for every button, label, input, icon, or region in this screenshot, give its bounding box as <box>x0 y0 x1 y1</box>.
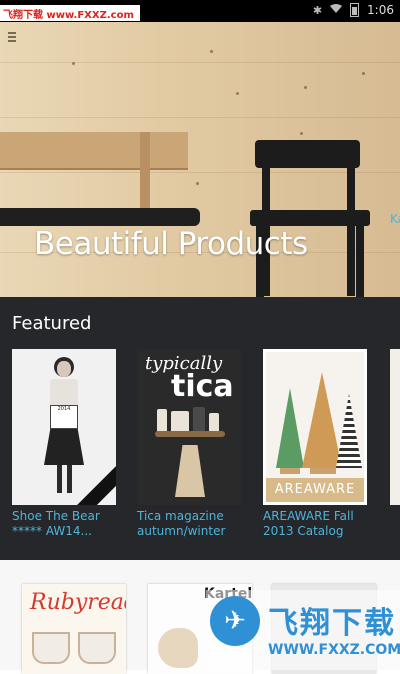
item-title[interactable]: AREAWARE Fall 2013 Catalog <box>263 509 367 539</box>
status-icons: ✱ 1:06 <box>313 3 394 17</box>
watermark-top: 飞翔下载 www.FXXZ.com <box>0 5 140 21</box>
featured-heading: Featured <box>12 313 92 334</box>
watermark-brand: 飞翔下载 <box>268 606 396 641</box>
magazine-cover[interactable]: AREAWARE <box>263 349 367 505</box>
publication-rubyread[interactable]: Rubyread <box>22 584 126 674</box>
featured-item-partial[interactable] <box>390 349 400 505</box>
watermark-url: WWW.FXXZ.COM <box>268 642 400 658</box>
featured-item-shoe-the-bear[interactable]: 2014 Shoe The Bear ***** AW14... <box>12 349 116 539</box>
cover-label: 2014 <box>50 405 78 429</box>
item-title-partial[interactable]: Ka <box>390 212 400 226</box>
cover-masthead: tica <box>171 369 234 404</box>
magazine-cover[interactable]: typically tica <box>137 349 241 505</box>
wifi-icon <box>330 3 343 17</box>
watermark-bottom: ✈ 飞翔下载 WWW.FXXZ.COM <box>206 590 400 670</box>
featured-section: Featured 2014 Shoe The Bear ***** AW14..… <box>0 297 400 560</box>
bluetooth-icon: ✱ <box>312 3 323 17</box>
magazine-cover[interactable]: 2014 <box>12 349 116 505</box>
hero-title: Beautiful Products <box>34 226 308 262</box>
watermark-logo-icon: ✈ <box>210 596 260 646</box>
status-bar: 飞翔下载 www.FXXZ.com ✱ 1:06 <box>0 0 400 22</box>
bench-image <box>0 132 188 170</box>
status-time: 1:06 <box>367 3 394 17</box>
featured-item-tica-magazine[interactable]: typically tica Tica magazine autumn/wint… <box>137 349 241 539</box>
cover-brand: AREAWARE <box>266 478 364 502</box>
menu-icon[interactable] <box>8 32 16 42</box>
publication-logo: Rubyread <box>30 590 126 615</box>
chair-image <box>255 140 360 168</box>
battery-icon <box>350 3 360 17</box>
item-title[interactable]: Shoe The Bear ***** AW14... <box>12 509 116 539</box>
item-title[interactable]: Tica magazine autumn/winter <box>137 509 241 539</box>
featured-item-areaware[interactable]: AREAWARE AREAWARE Fall 2013 Catalog <box>263 349 367 539</box>
hero-banner[interactable]: Beautiful Products <box>0 22 400 297</box>
